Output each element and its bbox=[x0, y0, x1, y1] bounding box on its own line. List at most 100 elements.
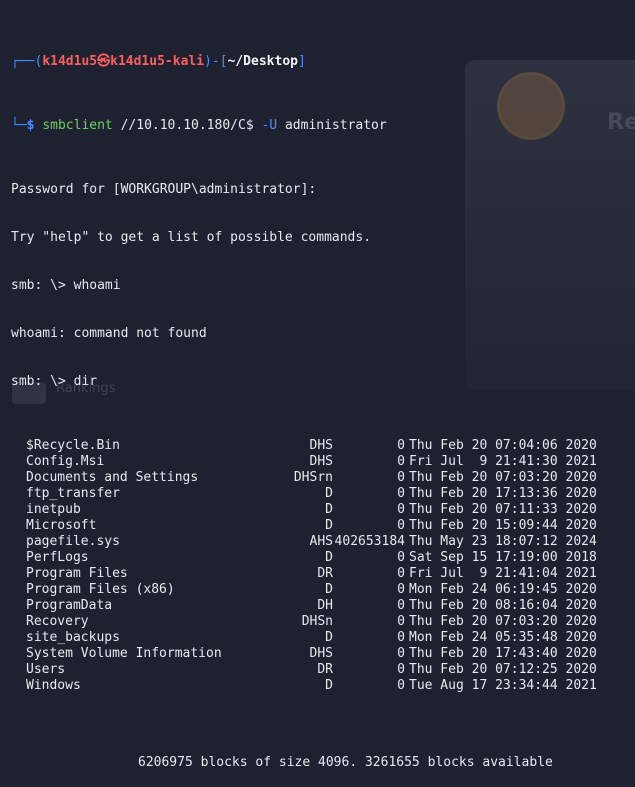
listing-name: Windows bbox=[26, 678, 81, 693]
listing-date: Thu Feb 20 07:04:06 2020 bbox=[409, 438, 597, 453]
command-user: administrator bbox=[284, 118, 387, 133]
listing-name: inetpub bbox=[26, 502, 81, 517]
listing-attributes: DHS bbox=[309, 454, 333, 469]
listing-size: 0 bbox=[397, 550, 405, 565]
listing-row: $Recycle.Bin DHS 0 Thu Feb 20 07:04:06 2020 bbox=[11, 438, 635, 454]
prompt-at-symbol: ㉿ bbox=[97, 54, 111, 69]
prompt-frame-open: ┌──( bbox=[11, 54, 43, 69]
listing-size: 0 bbox=[397, 438, 405, 453]
listing-date: Sat Sep 15 17:19:00 2018 bbox=[409, 550, 597, 565]
listing-row: Config.Msi DHS 0 Fri Jul 9 21:41:30 2021 bbox=[11, 454, 635, 470]
listing-date: Mon Feb 24 05:35:48 2020 bbox=[409, 630, 597, 645]
listing-size: 0 bbox=[397, 486, 405, 501]
listing-name: System Volume Information bbox=[26, 646, 222, 661]
listing-name: Microsoft bbox=[26, 518, 97, 533]
listing-attributes: D bbox=[325, 630, 333, 645]
smb-prompt-whoami: smb: \> whoami bbox=[11, 278, 121, 293]
listing-name: $Recycle.Bin bbox=[26, 438, 120, 453]
listing-attributes: AHS bbox=[309, 534, 333, 549]
listing-size: 402653184 bbox=[334, 534, 405, 549]
listing-size: 0 bbox=[397, 646, 405, 661]
listing-date: Thu Feb 20 07:11:33 2020 bbox=[409, 502, 597, 517]
listing-row: Program Files DR 0 Fri Jul 9 21:41:04 2021 bbox=[11, 566, 635, 582]
prompt-frame-close: ] bbox=[297, 54, 306, 69]
listing-name: ProgramData bbox=[26, 598, 113, 613]
listing-size: 0 bbox=[397, 518, 405, 533]
listing-row: Program Files (x86) D 0 Mon Feb 24 06:19:45… bbox=[11, 582, 635, 598]
listing-attributes: DR bbox=[317, 566, 333, 581]
password-prompt: Password for [WORKGROUP\administrator]: bbox=[11, 182, 317, 197]
shell-prompt-line: ┌──(k14d1u5㉿k14d1u5-kali)-[~/Desktop] bbox=[0, 54, 635, 70]
listing-date: Tue Aug 17 23:34:44 2021 bbox=[409, 678, 597, 693]
command-flag: -U bbox=[261, 118, 278, 133]
listing-size: 0 bbox=[397, 630, 405, 645]
listing-date: Fri Jul 9 21:41:30 2021 bbox=[409, 454, 597, 469]
prompt-cwd: ~/Desktop bbox=[227, 54, 298, 69]
listing-row: Documents and Settings DHSrn 0 Thu Feb 20 0… bbox=[11, 470, 635, 486]
listing-size: 0 bbox=[397, 662, 405, 677]
listing-name: Users bbox=[26, 662, 66, 677]
prompt-host: k14d1u5-kali bbox=[110, 54, 205, 69]
listing-row: Windows D 0 Tue Aug 17 23:34:44 2021 bbox=[11, 678, 635, 694]
listing-date: Thu Feb 20 15:09:44 2020 bbox=[409, 518, 597, 533]
prompt-lead: └─ bbox=[11, 118, 27, 133]
listing-size: 0 bbox=[397, 582, 405, 597]
directory-listing: $Recycle.Bin DHS 0 Thu Feb 20 07:04:06 2020… bbox=[0, 438, 635, 694]
listing-name: Recovery bbox=[26, 614, 89, 629]
listing-date: Mon Feb 24 06:19:45 2020 bbox=[409, 582, 597, 597]
terminal-window[interactable]: ┌──(k14d1u5㉿k14d1u5-kali)-[~/Desktop] └─… bbox=[0, 0, 635, 770]
listing-name: site_backups bbox=[26, 630, 120, 645]
command-target: //10.10.10.180/C$ bbox=[120, 118, 254, 133]
listing-size: 0 bbox=[397, 470, 405, 485]
listing-name: Config.Msi bbox=[26, 454, 105, 469]
listing-attributes: DHS bbox=[309, 438, 333, 453]
listing-size: 0 bbox=[397, 454, 405, 469]
listing-row: ftp_transfer D 0 Thu Feb 20 17:13:36 2020 bbox=[11, 486, 635, 502]
listing-date: Thu May 23 18:07:12 2024 bbox=[409, 534, 597, 549]
listing-row: pagefile.sys AHS 402653184 Thu May 23 18:07… bbox=[11, 534, 635, 550]
smb-prompt-dir: smb: \> dir bbox=[11, 374, 98, 389]
listing-attributes: DR bbox=[317, 662, 333, 677]
listing-row: inetpub D 0 Thu Feb 20 07:11:33 2020 bbox=[11, 502, 635, 518]
listing-name: Program Files bbox=[26, 566, 128, 581]
listing-attributes: DHSn bbox=[301, 614, 333, 629]
listing-size: 0 bbox=[397, 502, 405, 517]
listing-row: System Volume Information DHS 0 Thu Feb 20 … bbox=[11, 646, 635, 662]
disk-usage-footer: 6206975 blocks of size 4096. 3261655 blo… bbox=[138, 755, 553, 770]
command-line: └─$ smbclient //10.10.10.180/C$ -U admin… bbox=[0, 118, 635, 134]
listing-row: ProgramData DH 0 Thu Feb 20 08:16:04 2020 bbox=[11, 598, 635, 614]
listing-name: Documents and Settings bbox=[26, 470, 199, 485]
listing-attributes: D bbox=[325, 550, 333, 565]
listing-name: Program Files (x86) bbox=[26, 582, 175, 597]
prompt-user: k14d1u5 bbox=[42, 54, 98, 69]
listing-row: PerfLogs D 0 Sat Sep 15 17:19:00 2018 bbox=[11, 550, 635, 566]
help-hint: Try "help" to get a list of possible com… bbox=[11, 230, 372, 245]
prompt-frame-mid: )-[ bbox=[204, 54, 228, 69]
listing-name: PerfLogs bbox=[26, 550, 89, 565]
listing-name: ftp_transfer bbox=[26, 486, 120, 501]
listing-row: Recovery DHSn 0 Thu Feb 20 07:03:20 2020 bbox=[11, 614, 635, 630]
listing-date: Fri Jul 9 21:41:04 2021 bbox=[409, 566, 597, 581]
listing-size: 0 bbox=[397, 566, 405, 581]
listing-attributes: D bbox=[325, 518, 333, 533]
listing-size: 0 bbox=[397, 614, 405, 629]
listing-row: Microsoft D 0 Thu Feb 20 15:09:44 2020 bbox=[11, 518, 635, 534]
error-message: whoami: command not found bbox=[11, 326, 207, 341]
listing-row: site_backups D 0 Mon Feb 24 05:35:48 2020 bbox=[11, 630, 635, 646]
listing-date: Thu Feb 20 07:12:25 2020 bbox=[409, 662, 597, 677]
listing-date: Thu Feb 20 08:16:04 2020 bbox=[409, 598, 597, 613]
listing-date: Thu Feb 20 07:03:20 2020 bbox=[409, 614, 597, 629]
listing-date: Thu Feb 20 17:43:40 2020 bbox=[409, 646, 597, 661]
listing-attributes: D bbox=[325, 486, 333, 501]
listing-size: 0 bbox=[397, 598, 405, 613]
command-program: smbclient bbox=[42, 118, 113, 133]
listing-attributes: D bbox=[325, 678, 333, 693]
listing-attributes: D bbox=[325, 502, 333, 517]
listing-attributes: DHSrn bbox=[293, 470, 333, 485]
listing-row: Users DR 0 Thu Feb 20 07:12:25 2020 bbox=[11, 662, 635, 678]
listing-date: Thu Feb 20 17:13:36 2020 bbox=[409, 486, 597, 501]
listing-size: 0 bbox=[397, 678, 405, 693]
listing-name: pagefile.sys bbox=[26, 534, 120, 549]
listing-attributes: D bbox=[325, 582, 333, 597]
listing-attributes: DH bbox=[317, 598, 333, 613]
